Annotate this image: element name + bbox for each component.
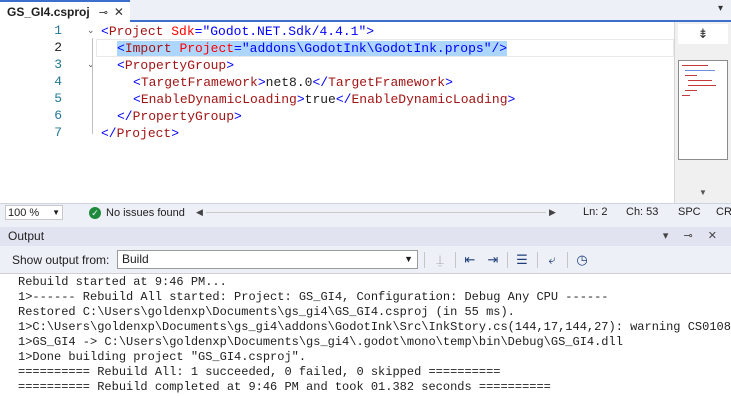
line-number: 1 bbox=[54, 23, 62, 38]
code-line-1: <Project Sdk="Godot.NET.Sdk/4.4.1"> bbox=[101, 24, 375, 39]
word-wrap-icon[interactable]: ⤶ bbox=[542, 250, 562, 269]
document-tab-strip: GS_GI4.csproj ⊸ ✕ ▾ bbox=[0, 0, 731, 22]
zoom-dropdown[interactable]: 100 % ▼ bbox=[5, 205, 63, 220]
chevron-down-icon: ▼ bbox=[52, 208, 60, 217]
line-number: 3 bbox=[54, 57, 62, 72]
scroll-down-icon[interactable]: ▼ bbox=[699, 188, 707, 197]
zoom-value: 100 % bbox=[8, 206, 40, 219]
line-number: 2 bbox=[54, 40, 62, 55]
panel-window-controls[interactable]: ▾ ⊸ ✕ bbox=[663, 229, 723, 242]
tab-list-dropdown-icon[interactable]: ▾ bbox=[718, 3, 723, 14]
code-line-2: <Import Project="addons\GodotInk\GodotIn… bbox=[117, 41, 508, 56]
code-line-4: <TargetFramework>net8.0</TargetFramework… bbox=[133, 75, 453, 90]
output-line: ========== Rebuild completed at 9:46 PM … bbox=[18, 380, 551, 394]
code-line-6: </PropertyGroup> bbox=[117, 109, 242, 124]
output-line: 1>------ Rebuild All started: Project: G… bbox=[18, 290, 609, 304]
line-ending-indicator[interactable]: CR bbox=[716, 206, 731, 218]
find-message-icon[interactable]: ⍊ bbox=[430, 250, 450, 269]
output-line: 1>C:\Users\goldenxp\Documents\gs_gi4\add… bbox=[18, 320, 731, 334]
vertical-scrollbar[interactable]: ⇟ ▼ bbox=[674, 22, 731, 203]
output-source-select[interactable]: Build ▼ bbox=[117, 250, 418, 269]
output-line: Restored C:\Users\goldenxp\Documents\gs_… bbox=[18, 305, 515, 319]
fold-guide bbox=[92, 38, 93, 134]
output-line: Rebuild started at 9:46 PM... bbox=[18, 275, 227, 289]
clear-all-icon[interactable]: ☰ bbox=[512, 250, 532, 269]
output-panel-header: Output ▾ ⊸ ✕ bbox=[0, 227, 731, 246]
collapse-icon[interactable]: ⌄ bbox=[87, 60, 95, 70]
panel-title: Output bbox=[8, 229, 45, 243]
line-number: 4 bbox=[54, 74, 62, 89]
line-number-gutter: 1 2 3 4 5 6 7 bbox=[0, 22, 82, 203]
editor-status-bar: 100 % ▼ ✓ No issues found ◀ ▶ Ln: 2 Ch: … bbox=[0, 203, 731, 220]
document-tab[interactable]: GS_GI4.csproj ⊸ ✕ bbox=[0, 0, 130, 22]
horizontal-scrollbar[interactable] bbox=[206, 212, 546, 213]
line-number: 7 bbox=[54, 125, 62, 140]
issues-text: No issues found bbox=[106, 206, 185, 219]
code-editor[interactable]: 1 2 3 4 5 6 7 ⌄ ⌄ <Project Sdk="Godot.NE… bbox=[0, 22, 674, 203]
collapse-icon[interactable]: ⌄ bbox=[87, 26, 95, 36]
document-tab-title[interactable]: GS_GI4.csproj bbox=[7, 5, 90, 19]
code-line-7: </Project> bbox=[101, 126, 180, 141]
line-indicator[interactable]: Ln: 2 bbox=[583, 206, 607, 218]
line-number: 5 bbox=[54, 91, 62, 106]
split-editor-button[interactable]: ⇟ bbox=[678, 24, 728, 44]
next-message-icon[interactable]: ⇥ bbox=[483, 250, 503, 269]
scroll-right-icon[interactable]: ▶ bbox=[549, 207, 556, 218]
code-line-5: <EnableDynamicLoading>true</EnableDynami… bbox=[133, 92, 516, 107]
output-source-value: Build bbox=[122, 252, 149, 266]
show-output-label: Show output from: bbox=[12, 253, 110, 267]
previous-message-icon[interactable]: ⇤ bbox=[460, 250, 480, 269]
line-number: 6 bbox=[54, 108, 62, 123]
issues-indicator[interactable]: ✓ No issues found bbox=[89, 204, 185, 221]
timestamp-icon[interactable]: ◷ bbox=[572, 250, 592, 269]
check-circle-icon: ✓ bbox=[89, 206, 101, 219]
whitespace-indicator[interactable]: SPC bbox=[678, 206, 701, 218]
chevron-down-icon: ▼ bbox=[404, 254, 413, 264]
column-indicator[interactable]: Ch: 53 bbox=[626, 206, 658, 218]
pin-icon[interactable]: ⊸ bbox=[99, 6, 108, 19]
output-text-area[interactable]: Rebuild started at 9:46 PM... 1>------ R… bbox=[0, 273, 731, 396]
output-line: 1>GS_GI4 -> C:\Users\goldenxp\Documents\… bbox=[18, 335, 623, 349]
code-minimap[interactable] bbox=[678, 60, 728, 160]
output-toolbar: Show output from: Build ▼ ⍊ ⇤ ⇥ ☰ ⤶ ◷ bbox=[0, 246, 731, 273]
scroll-left-icon[interactable]: ◀ bbox=[196, 207, 203, 218]
code-line-3: <PropertyGroup> bbox=[117, 58, 235, 73]
output-line: 1>Done building project "GS_GI4.csproj". bbox=[18, 350, 307, 364]
close-icon[interactable]: ✕ bbox=[114, 5, 124, 19]
output-line: ========== Rebuild All: 1 succeeded, 0 f… bbox=[18, 365, 501, 379]
